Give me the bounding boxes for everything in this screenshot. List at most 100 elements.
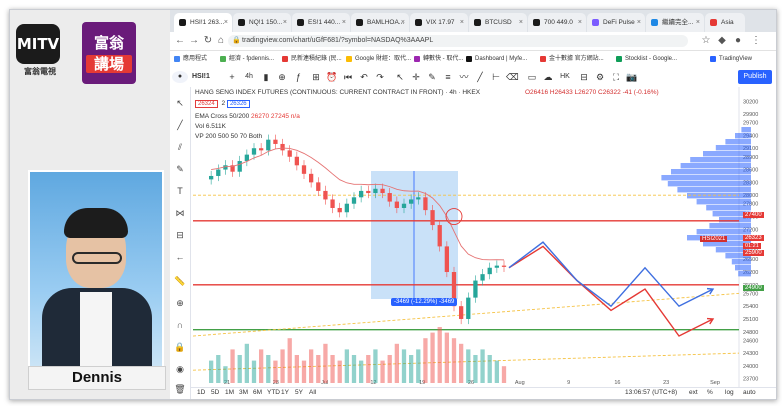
close-icon[interactable]: × xyxy=(460,13,464,32)
close-icon[interactable]: × xyxy=(696,13,700,32)
bookmark[interactable]: TradingView xyxy=(710,54,752,64)
reload-icon[interactable]: ↻ xyxy=(202,35,214,47)
zoom-icon[interactable]: ⊕ xyxy=(174,297,186,309)
interval-button[interactable]: 4h xyxy=(242,71,256,83)
browser-tab[interactable]: NQ!1 150... × xyxy=(233,13,291,32)
order-widget[interactable]: 26324 2 26326 xyxy=(195,100,252,108)
templates-icon[interactable]: ⊞ xyxy=(310,71,322,83)
symbol-search[interactable]: HSI!1 xyxy=(192,71,222,83)
chart-pane[interactable]: 3020029900297002940029100289002860028300… xyxy=(191,87,776,399)
region-selector[interactable]: HK xyxy=(556,71,574,83)
extensions-icon[interactable]: ◆ xyxy=(716,35,728,47)
browser-tab[interactable]: BTCUSD × xyxy=(469,13,527,32)
timeframe-button[interactable]: 3M xyxy=(239,389,248,396)
browser-tab[interactable]: 繼續完全... × xyxy=(646,13,704,32)
lock-drawing-icon[interactable]: 🔒 xyxy=(174,341,186,353)
scale-option[interactable]: % xyxy=(707,389,713,396)
scale-option[interactable]: auto xyxy=(743,389,756,396)
bookmark[interactable]: Google 財經：取代... xyxy=(346,54,411,64)
pen-icon[interactable]: ✎ xyxy=(426,71,438,83)
sell-price[interactable]: 26324 xyxy=(195,100,218,108)
candles-icon[interactable]: ▮ xyxy=(260,71,272,83)
forward-icon[interactable]: → xyxy=(188,35,200,47)
bookmark[interactable]: Dashboard | Myfe... xyxy=(466,54,527,64)
timeframe-button[interactable]: 5D xyxy=(211,389,219,396)
ruler-tool-icon[interactable]: 📏 xyxy=(174,275,186,287)
text-tool-icon[interactable]: T xyxy=(174,185,186,197)
undo-icon[interactable]: ↶ xyxy=(358,71,370,83)
timeframe-button[interactable]: 5Y xyxy=(295,389,303,396)
trendline-tool-icon[interactable]: ╱ xyxy=(174,119,186,131)
bookmark[interactable]: 應用程式 xyxy=(174,54,207,64)
fib-icon[interactable]: ≡ xyxy=(442,71,454,83)
close-icon[interactable]: × xyxy=(224,13,228,32)
indicators-icon[interactable]: ƒ xyxy=(292,71,304,83)
camera-icon[interactable]: 📷 xyxy=(626,71,638,83)
bookmark[interactable]: 民新連積紀錄 (民... xyxy=(282,54,342,64)
cursor-tool-icon[interactable]: ↖ xyxy=(174,97,186,109)
back-icon[interactable]: ← xyxy=(174,35,186,47)
profile-icon[interactable]: ● xyxy=(732,35,744,47)
ema-indicator-legend[interactable]: EMA Cross 50/200 26270 27245 n/a xyxy=(195,113,300,120)
trendline-icon[interactable]: ╱ xyxy=(474,71,486,83)
close-icon[interactable]: × xyxy=(401,13,405,32)
redo-icon[interactable]: ↷ xyxy=(374,71,386,83)
fullscreen-icon[interactable]: ⛶ xyxy=(610,71,622,83)
volume-indicator-legend[interactable]: Vol 6.511K xyxy=(195,123,226,130)
scale-option[interactable]: ext xyxy=(689,389,698,396)
bookmark[interactable]: 轉數快 - 取代... xyxy=(414,54,463,64)
vp-indicator-legend[interactable]: VP 200 500 50 70 Both xyxy=(195,133,262,140)
settings-icon[interactable]: ⚙ xyxy=(594,71,606,83)
close-icon[interactable]: × xyxy=(637,13,641,32)
browser-tab[interactable]: 700 449.0 × xyxy=(528,13,586,32)
eraser-icon[interactable]: ⌫ xyxy=(506,71,519,83)
timeframe-button[interactable]: 1M xyxy=(225,389,234,396)
alert-icon[interactable]: ⏰ xyxy=(326,71,338,83)
cursor-icon[interactable]: ↖ xyxy=(394,71,406,83)
browser-tab[interactable]: BAMLHOA... × xyxy=(351,13,409,32)
close-icon[interactable]: × xyxy=(342,13,346,32)
timeframe-button[interactable]: 1Y xyxy=(281,389,289,396)
menu-icon[interactable]: ⋮ xyxy=(750,35,762,47)
browser-tab[interactable]: VIX 17.97 × xyxy=(410,13,468,32)
url-input[interactable]: 🔒 tradingview.com/chart/uGfF681/?symbol=N… xyxy=(228,35,688,47)
bookmark[interactable]: Stocklist - Google... xyxy=(616,54,677,64)
browser-tab[interactable]: HSI!1 263... × xyxy=(174,13,232,32)
buy-price[interactable]: 26326 xyxy=(226,100,250,108)
compare-icon[interactable]: ⊕ xyxy=(276,71,288,83)
timeframe-button[interactable]: All xyxy=(309,389,316,396)
path-icon[interactable]: 〰 xyxy=(458,71,470,83)
back-arrow-icon[interactable]: ← xyxy=(174,251,186,263)
browser-tab[interactable]: DeFi Pulse × xyxy=(587,13,645,32)
bookmark[interactable]: 金十數據 官方網站... xyxy=(540,54,604,64)
avatar[interactable]: ● xyxy=(172,71,188,83)
scale-option[interactable]: log xyxy=(725,389,734,396)
compare-symbol-icon[interactable]: ⊟ xyxy=(578,71,590,83)
close-icon[interactable]: × xyxy=(578,13,582,32)
home-icon[interactable]: ⌂ xyxy=(215,35,227,47)
timeframe-button[interactable]: 1D xyxy=(197,389,205,396)
pattern-tool-icon[interactable]: ⋈ xyxy=(174,207,186,219)
publish-button[interactable]: Publish xyxy=(738,70,772,84)
timeframe-button[interactable]: 6M xyxy=(253,389,262,396)
ruler-icon[interactable]: ⊢ xyxy=(490,71,502,83)
chart-canvas[interactable]: 3020029900297002940029100289002860028300… xyxy=(191,87,776,399)
timeframe-button[interactable]: YTD xyxy=(267,389,280,396)
trash-icon[interactable]: 🗑 xyxy=(174,383,186,395)
close-icon[interactable]: × xyxy=(519,13,523,32)
visibility-icon[interactable]: ◉ xyxy=(174,363,186,375)
bookmark[interactable]: 經濟 - fpdennis... xyxy=(220,54,274,64)
browser-tab[interactable]: ES!1 440... × xyxy=(292,13,350,32)
cloud-icon[interactable]: ☁ xyxy=(542,71,554,83)
brush-tool-icon[interactable]: ✎ xyxy=(174,163,186,175)
rectangle-icon[interactable]: ▭ xyxy=(526,71,538,83)
crosshair-icon[interactable]: ✛ xyxy=(410,71,422,83)
prediction-tool-icon[interactable]: ⊟ xyxy=(174,229,186,241)
browser-tab[interactable]: Asia xyxy=(705,13,745,32)
magnet-icon[interactable]: ∩ xyxy=(174,319,186,331)
close-icon[interactable]: × xyxy=(283,13,287,32)
star-icon[interactable]: ☆ xyxy=(700,35,712,47)
add-icon[interactable]: + xyxy=(226,71,238,83)
pitchfork-tool-icon[interactable]: ⫽ xyxy=(174,141,186,153)
replay-icon[interactable]: ⏮ xyxy=(342,71,354,83)
